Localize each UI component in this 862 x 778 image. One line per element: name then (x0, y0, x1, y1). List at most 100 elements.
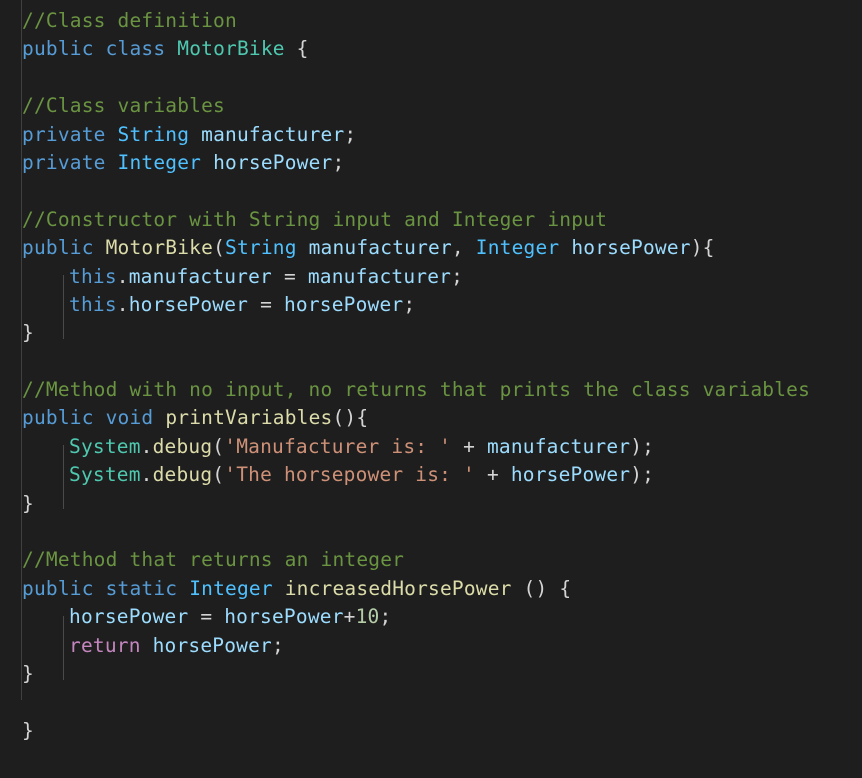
token-pun (201, 151, 213, 174)
token-pun (106, 123, 118, 146)
token-kw: public (22, 406, 94, 430)
token-var: horsePower (128, 292, 249, 316)
token-kwc: return (69, 633, 141, 657)
code-line-blank[interactable] (0, 64, 862, 92)
code-line-blank[interactable] (0, 688, 862, 716)
token-pun: { (284, 37, 309, 61)
token-pun: } (22, 321, 34, 345)
token-pun: ){ (690, 236, 715, 260)
code-line[interactable]: this.horsePower = horsePower; (0, 291, 862, 319)
token-fn: MotorBike (105, 236, 214, 260)
token-cmt: //Method that returns an integer (22, 548, 405, 572)
token-fn: printVariables (165, 406, 333, 430)
token-pun (94, 577, 106, 600)
token-var: horsePower (571, 236, 691, 260)
token-pun (153, 406, 165, 429)
token-kw: void (105, 406, 154, 430)
token-pun: ( (213, 236, 226, 260)
code-line[interactable]: private String manufacturer; (0, 121, 862, 149)
token-kw: public (22, 576, 94, 600)
code-line[interactable]: } (0, 660, 862, 688)
code-line-blank[interactable] (0, 518, 862, 546)
token-kw: static (105, 576, 178, 600)
token-kw: public (22, 236, 94, 260)
code-line[interactable]: //Method with no input, no returns that … (0, 376, 862, 404)
code-editor-surface[interactable]: //Class definition public class MotorBik… (0, 0, 862, 778)
code-line[interactable]: } (0, 717, 862, 745)
token-str: 'Manufacturer is: ' (224, 434, 452, 458)
code-lines-container[interactable]: //Class definition public class MotorBik… (0, 7, 862, 745)
code-line[interactable]: //Method that returns an integer (0, 546, 862, 574)
code-line[interactable]: //Constructor with String input and Inte… (0, 206, 862, 234)
code-line[interactable]: public MotorBike(String manufacturer, In… (0, 234, 862, 262)
token-pun (141, 634, 153, 657)
code-line-blank[interactable] (0, 177, 862, 205)
code-line[interactable]: horsePower = horsePower+10; (0, 603, 862, 631)
token-pun: ); (630, 463, 655, 487)
token-kw: this (69, 292, 117, 316)
token-pun: = (188, 605, 225, 629)
token-pun: . (116, 292, 129, 316)
token-pun: + (451, 434, 487, 458)
code-line[interactable]: public void printVariables(){ (0, 404, 862, 432)
token-pun: } (22, 718, 34, 742)
token-pun (94, 236, 106, 259)
token-pun: () { (511, 576, 572, 600)
token-pun: ; (403, 292, 416, 316)
token-pun: } (22, 491, 34, 515)
code-line[interactable]: private Integer horsePower; (0, 149, 862, 177)
token-type: Integer (189, 576, 273, 600)
token-cls: System (69, 434, 141, 458)
token-type: Integer (475, 236, 560, 260)
code-line[interactable]: System.debug('Manufacturer is: ' + manuf… (0, 433, 862, 461)
token-var: manufacturer (201, 122, 345, 146)
token-var: manufacturer (307, 264, 452, 288)
token-pun (94, 406, 106, 429)
token-var: horsePower (510, 463, 631, 487)
token-pun: + (343, 605, 356, 629)
token-pun: ; (272, 633, 284, 657)
token-pun (189, 123, 201, 146)
token-pun: . (116, 264, 129, 288)
token-pun: ( (212, 434, 225, 458)
token-pun (177, 577, 189, 600)
token-pun: . (140, 463, 153, 487)
token-pun: } (22, 661, 34, 685)
token-kw: class (105, 37, 166, 61)
token-var: horsePower (69, 605, 189, 629)
token-pun: ); (630, 434, 655, 458)
code-line-blank[interactable] (0, 348, 862, 376)
code-line[interactable]: //Class variables (0, 92, 862, 120)
token-num: 10 (355, 605, 380, 629)
token-var: manufacturer (308, 236, 452, 260)
token-cmt: //Class definition (22, 9, 237, 32)
token-str: 'The horsepower is: ' (224, 463, 475, 487)
token-cmt: //Method with no input, no returns that … (22, 378, 811, 402)
token-cls: System (69, 463, 141, 487)
code-line[interactable]: } (0, 319, 862, 347)
token-pun (273, 577, 285, 600)
code-line[interactable]: this.manufacturer = manufacturer; (0, 263, 862, 291)
token-var: horsePower (224, 605, 344, 629)
token-var: horsePower (152, 633, 272, 657)
token-kw: private (22, 122, 106, 146)
token-cmt: //Constructor with String input and Inte… (22, 207, 608, 231)
code-line[interactable]: public class MotorBike { (0, 35, 862, 63)
token-var: horsePower (213, 150, 333, 174)
code-line[interactable]: } (0, 490, 862, 518)
code-line[interactable]: public static Integer increasedHorsePowe… (0, 575, 862, 603)
token-pun: ; (344, 122, 357, 146)
token-pun (94, 37, 106, 60)
token-cls: MotorBike (177, 37, 285, 61)
token-pun: ( (212, 463, 225, 487)
code-line[interactable]: return horsePower; (0, 632, 862, 660)
token-pun (106, 151, 118, 174)
token-fn: debug (152, 463, 213, 487)
token-pun: , (451, 236, 476, 260)
token-type: String (117, 122, 190, 146)
code-line[interactable]: //Class definition (0, 7, 862, 35)
code-line[interactable]: System.debug('The horsepower is: ' + hor… (0, 461, 862, 489)
token-pun: ; (451, 264, 464, 288)
token-pun: = (248, 292, 284, 316)
token-pun (165, 37, 177, 60)
